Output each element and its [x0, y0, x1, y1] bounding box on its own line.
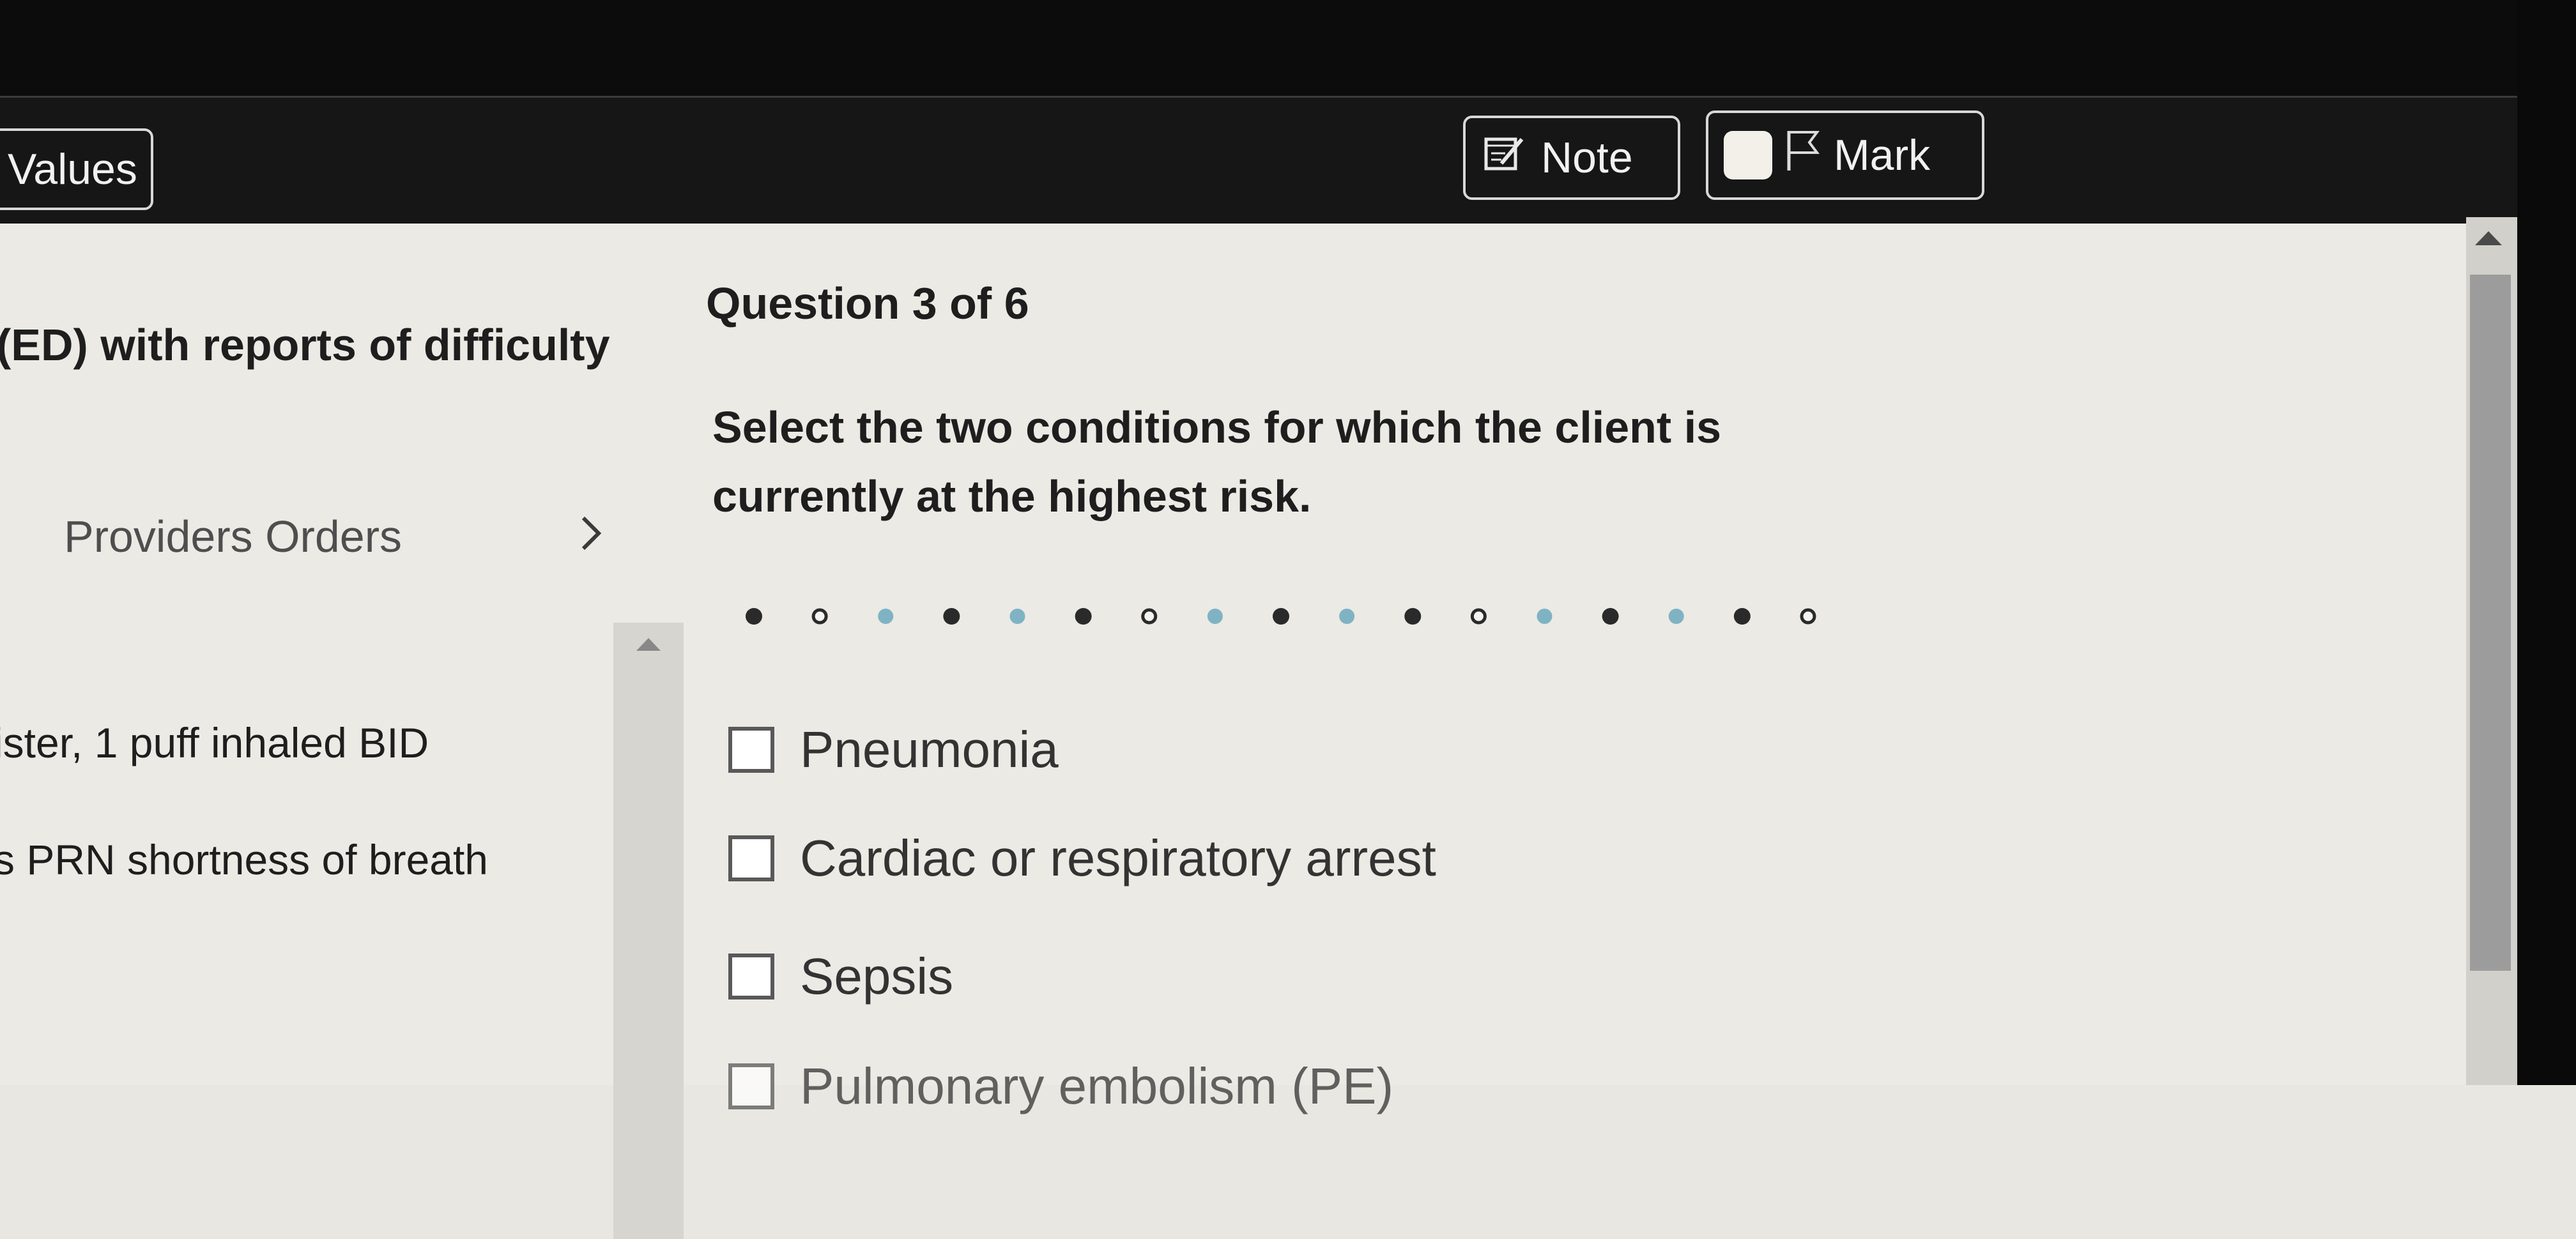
chevron-right-icon[interactable] — [578, 514, 604, 556]
separator-dot — [943, 608, 960, 625]
providers-orders-tab[interactable]: Providers Orders — [64, 511, 402, 562]
values-button[interactable]: Values — [0, 128, 153, 210]
scrollbar-thumb[interactable] — [2470, 275, 2511, 971]
mark-button[interactable]: Mark — [1706, 110, 1984, 200]
case-study-panel: (ED) with reports of difficulty Provider… — [0, 224, 684, 1239]
separator-dot — [1602, 608, 1619, 625]
flag-icon — [1784, 127, 1822, 183]
separator-dot — [1141, 608, 1158, 625]
note-button[interactable]: Note — [1463, 116, 1680, 200]
question-prompt: Select the two conditions for which the … — [712, 402, 1722, 521]
scroll-up-arrow-icon[interactable] — [2472, 229, 2504, 251]
separator-dot — [746, 608, 762, 625]
option-pulmonary-embolism[interactable]: Pulmonary embolism (PE) — [728, 1057, 1393, 1116]
checkbox[interactable] — [728, 1063, 774, 1109]
order-line-2: s PRN shortness of breath — [0, 836, 489, 883]
separator-dot — [1339, 609, 1355, 624]
separator-dot — [1733, 608, 1751, 625]
mark-label: Mark — [1834, 131, 1931, 179]
main-content: (ED) with reports of difficulty Provider… — [0, 224, 2492, 1239]
option-label: Sepsis — [800, 948, 954, 1005]
screen-bezel — [0, 0, 2576, 96]
separator-dot — [811, 608, 828, 625]
screen-bezel-right — [2517, 0, 2576, 1085]
checkbox[interactable] — [728, 954, 774, 1000]
top-toolbar: Values Note Mark — [0, 96, 2576, 225]
option-sepsis[interactable]: Sepsis — [728, 947, 953, 1006]
option-label: Pneumonia — [800, 721, 1059, 778]
separator-dot — [1800, 608, 1816, 625]
checkbox[interactable] — [728, 835, 774, 881]
separator-dot — [1207, 609, 1223, 624]
note-label: Note — [1541, 133, 1633, 182]
values-label: Values — [8, 145, 137, 194]
panel-scrollbar[interactable] — [613, 623, 684, 1239]
separator-dot — [1668, 609, 1684, 624]
option-cardiac-respiratory-arrest[interactable]: Cardiac or respiratory arrest — [728, 829, 1436, 888]
separator-dot — [1470, 608, 1487, 625]
checkbox[interactable] — [728, 727, 774, 773]
separator-dot — [878, 609, 894, 624]
note-pencil-icon — [1482, 130, 1527, 185]
case-heading: (ED) with reports of difficulty — [0, 320, 610, 370]
option-label: Pulmonary embolism (PE) — [800, 1058, 1394, 1114]
option-pneumonia[interactable]: Pneumonia — [728, 720, 1059, 779]
dot-separator — [746, 608, 1816, 625]
page-scrollbar[interactable] — [2466, 217, 2517, 1085]
order-line-1: ister, 1 puff inhaled BID — [0, 719, 429, 766]
option-label: Cardiac or respiratory arrest — [800, 830, 1436, 886]
separator-dot — [1404, 608, 1422, 625]
separator-dot — [1009, 609, 1025, 624]
separator-dot — [1537, 609, 1552, 624]
question-counter: Question 3 of 6 — [706, 278, 1029, 328]
separator-dot — [1075, 608, 1092, 625]
scroll-up-arrow-icon[interactable] — [634, 635, 663, 655]
separator-dot — [1273, 608, 1289, 625]
mark-checkbox[interactable] — [1724, 131, 1772, 179]
